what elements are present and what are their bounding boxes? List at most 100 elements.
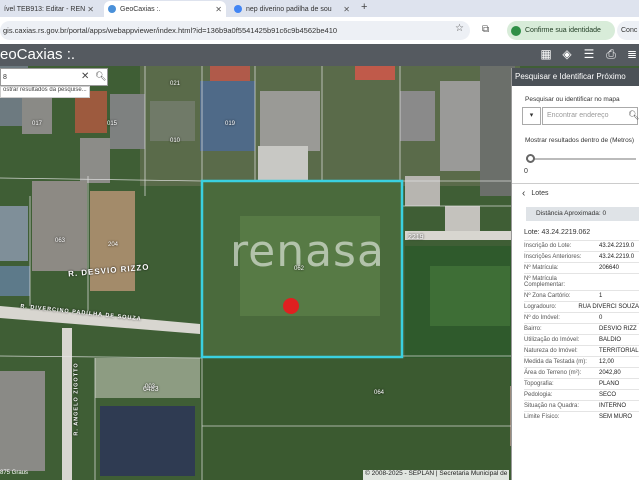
attribute-key: Inscrição do Lote:: [524, 243, 572, 249]
attribute-row: Utilização do Imóvel: BALDIO: [524, 334, 639, 345]
attribute-key: Utilização do Imóvel:: [524, 337, 580, 343]
app-header: eoCaxias :. ▦ ◈ ☰ ⎙ ≣: [0, 44, 639, 66]
slider-handle[interactable]: [526, 154, 535, 163]
profile-button-label: Conc: [621, 27, 638, 34]
attribute-key: Pedologia:: [524, 392, 553, 398]
profile-icon: [511, 25, 521, 36]
close-icon[interactable]: ✕: [87, 5, 94, 14]
globe-icon: [108, 5, 116, 13]
attribute-row: Situação na Quadra: INTERNO: [524, 400, 639, 411]
slider-track: [526, 158, 636, 160]
attribute-row: Logradouro: RUA DIVERCI SOUZA: [524, 301, 639, 312]
lotes-link-label: Lotes: [531, 190, 549, 197]
attribute-value: TERRITORIAL: [599, 348, 639, 354]
search-suggestion[interactable]: ostrar resultados da pesquise...: [0, 86, 90, 98]
search-icon[interactable]: 🔍︎: [628, 110, 639, 121]
menu-icon[interactable]: ≣: [625, 47, 639, 61]
lotes-back-link[interactable]: ‹ Lotes: [512, 184, 639, 203]
tab-title: nep diverino padilha de sou: [246, 5, 332, 13]
browser-tab-2[interactable]: GeoCaxias :. ✕: [104, 1, 226, 17]
chevron-down-icon[interactable]: ▾: [522, 107, 541, 125]
attribute-value: DESVIO RIZZ: [599, 326, 637, 332]
attribute-value: PLANO: [599, 381, 620, 387]
attribute-row: Pedologia: SECO: [524, 389, 639, 400]
attribute-row: Limite Físico: SEM MURO: [524, 411, 639, 422]
lot-label: 2219: [408, 234, 424, 241]
attribute-value: 12,00: [599, 359, 615, 365]
attribute-row: Natureza do Imóvel: TERRITORIAL: [524, 345, 639, 356]
watermark-logo: renasa: [230, 226, 385, 277]
address-placeholder: Encontrar endereço: [547, 112, 609, 119]
attribute-key: Nº Zona Cartório:: [524, 293, 571, 299]
attribute-row: Nº Zona Cartório: 1: [524, 290, 639, 301]
browser-tab-3[interactable]: nep diverino padilha de sou ✕: [230, 1, 354, 17]
close-icon[interactable]: ✕: [343, 5, 350, 14]
scale-readout: 875 Graus: [0, 470, 29, 476]
attribute-key: Nº Matrícula:: [524, 265, 559, 271]
location-pin-icon[interactable]: [283, 298, 299, 314]
attribute-row: Bairro: DESVIO RIZZ: [524, 323, 639, 334]
lote-title: Lote: 43.24.2219.062: [524, 229, 591, 236]
attribute-value: 0: [599, 315, 603, 321]
attribute-value: 2042,80: [599, 370, 621, 376]
attribute-row: Nº Matrícula Complementar:: [524, 273, 639, 290]
attribute-key: Inscrições Anteriores:: [524, 254, 582, 260]
print-icon[interactable]: ⎙: [604, 47, 618, 61]
attribute-value: SECO: [599, 392, 617, 398]
panel-title: Pesquisar e Identificar Próximo: [512, 68, 639, 86]
clear-icon[interactable]: ✕: [81, 71, 89, 82]
tab-title: GeoCaxias :.: [120, 5, 161, 13]
confirm-identity-button[interactable]: Confirme sua identidade: [507, 21, 615, 40]
attribute-key: Bairro:: [524, 326, 542, 332]
attribute-row: Inscrição do Lote: 43.24.2219.0: [524, 240, 639, 251]
browser-tab-1[interactable]: ível TEB913: Editar - REN ✕: [0, 1, 98, 17]
attribute-table: Inscrição do Lote: 43.24.2219.0 Inscrições…: [512, 240, 639, 422]
search-hint-text: ostrar resultados da pesquise...: [3, 87, 87, 93]
attribute-key: Topografia:: [524, 381, 554, 387]
lot-label: 063: [55, 238, 66, 244]
map-attribution: © 2008-2025 - SEPLAN | Secretaria Munici…: [363, 470, 510, 480]
app-title: eoCaxias :.: [0, 46, 76, 63]
attribute-value: RUA DIVERCI SOUZA: [578, 304, 639, 310]
lot-label: 062: [294, 266, 305, 272]
attribute-value: 43.24.2219.0: [599, 243, 635, 249]
address-input[interactable]: Encontrar endereço: [542, 107, 638, 125]
attribute-value: INTERNO: [599, 403, 626, 409]
list-icon[interactable]: ☰: [582, 47, 596, 61]
attribute-value: SEM MURO: [599, 414, 632, 420]
layers-icon[interactable]: ◈: [560, 47, 574, 61]
url-field[interactable]: gis.caxias.rs.gov.br/portal/apps/webappv…: [0, 21, 470, 40]
attribute-key: Limite Físico:: [524, 414, 560, 420]
lot-label: 015: [107, 121, 118, 127]
close-icon[interactable]: ✕: [215, 5, 222, 14]
lot-label: 010: [170, 138, 181, 144]
map-search-input[interactable]: 8 ✕ 🔍︎: [0, 68, 108, 86]
attribute-key: Nº do Imóvel:: [524, 315, 560, 321]
search-icon[interactable]: 🔍︎: [95, 71, 106, 82]
lot-label: 019: [225, 121, 236, 127]
chevron-left-icon: ‹: [522, 188, 526, 199]
attribute-row: Nº Matrícula: 206640: [524, 262, 639, 273]
grid-icon[interactable]: ▦: [539, 47, 553, 61]
search-value: 8: [3, 73, 7, 81]
lot-label: 017: [32, 121, 43, 127]
profile-button[interactable]: Conc: [617, 21, 639, 40]
tab-title: ível TEB913: Editar - REN: [4, 5, 86, 13]
attribute-value: BALDIO: [599, 337, 622, 343]
address-bar-row: gis.caxias.rs.gov.br/portal/apps/webappv…: [0, 17, 639, 44]
attribute-row: Inscrições Anteriores: 43.24.2219.0: [524, 251, 639, 262]
distance-label: Mostrar resultados dentro de (Metros): [525, 137, 635, 144]
attribute-row: Nº do Imóvel: 0: [524, 312, 639, 323]
attribute-key: Situação na Quadra:: [524, 403, 580, 409]
extensions-icon[interactable]: ⧉: [482, 24, 489, 35]
attribute-value: 1: [599, 293, 603, 299]
street-label: R. ANGELO ZIGOTTO: [73, 362, 80, 436]
bookmark-star-icon[interactable]: ☆: [455, 23, 464, 34]
attribute-row: Topografia: PLANO: [524, 378, 639, 389]
address-search: ▾ Encontrar endereço 🔍︎: [522, 107, 639, 125]
attribute-value: 43.24.2219.0: [599, 254, 635, 260]
attribute-row: Medida da Testada (m): 12,00: [524, 356, 639, 367]
new-tab-button[interactable]: +: [361, 1, 367, 13]
distance-slider[interactable]: [526, 152, 636, 166]
slider-value: 0: [524, 168, 528, 175]
